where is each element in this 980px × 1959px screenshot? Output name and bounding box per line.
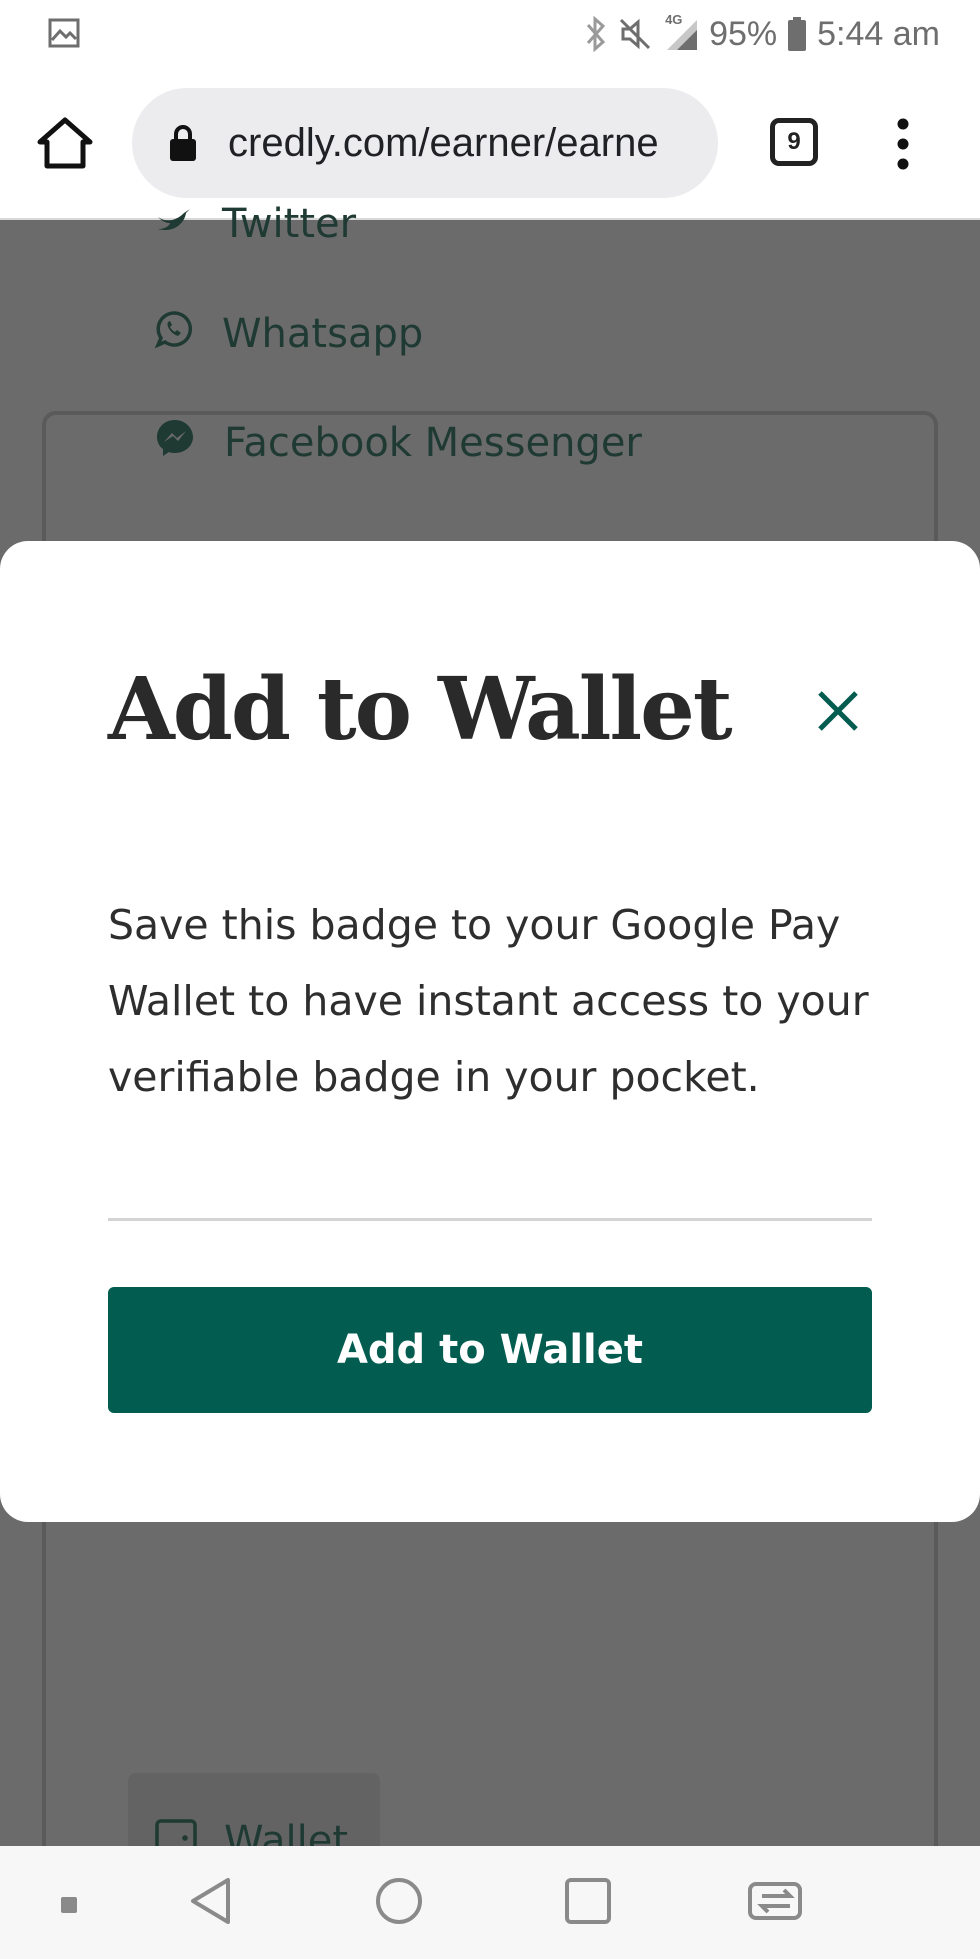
back-icon[interactable] (188, 1876, 234, 1930)
add-to-wallet-button[interactable]: Add to Wallet (108, 1287, 872, 1413)
gallery-icon (48, 18, 80, 53)
address-bar[interactable]: credly.com/earner/earne (132, 88, 718, 198)
status-bar: 4G 95% 5:44 am (0, 0, 980, 68)
signal-icon: 4G (663, 12, 699, 52)
switch-app-icon[interactable] (746, 1876, 806, 1930)
system-nav-bar (0, 1846, 980, 1959)
overview-icon[interactable] (564, 1876, 612, 1930)
home-icon[interactable] (36, 114, 94, 172)
status-icons: 4G 95% 5:44 am (585, 10, 940, 58)
battery-icon (787, 16, 807, 52)
share-messenger[interactable]: Facebook Messenger (154, 417, 642, 469)
network-label: 4G (665, 12, 683, 27)
dialog-divider (108, 1218, 872, 1221)
share-messenger-label: Facebook Messenger (224, 420, 642, 466)
dialog-body-text: Save this badge to your Google Pay Walle… (108, 901, 869, 1101)
screen: 4G 95% 5:44 am credly.com/earner/earne 9… (0, 0, 980, 1959)
lock-icon (168, 123, 198, 163)
share-twitter-label: Twitter (222, 201, 357, 247)
battery-percent: 95% (709, 14, 778, 53)
clock: 5:44 am (817, 14, 940, 53)
tab-count: 9 (787, 128, 801, 155)
home-circle-icon[interactable] (374, 1876, 424, 1930)
bluetooth-icon (585, 16, 607, 52)
share-whatsapp-label: Whatsapp (222, 311, 424, 357)
mute-icon (617, 16, 653, 52)
url-text: credly.com/earner/earne (228, 120, 659, 165)
whatsapp-icon (154, 309, 222, 359)
share-twitter[interactable]: Twitter (154, 199, 356, 249)
tabs-button[interactable]: 9 (770, 118, 818, 166)
dialog-title: Add to Wallet (108, 659, 733, 760)
overflow-menu-icon[interactable] (888, 116, 918, 172)
browser-toolbar: credly.com/earner/earne 9 (0, 68, 980, 220)
close-icon[interactable] (812, 685, 864, 737)
messenger-icon (154, 417, 224, 469)
share-whatsapp[interactable]: Whatsapp (154, 309, 423, 359)
twitter-icon (154, 199, 222, 249)
recent-dot-icon[interactable] (60, 1896, 78, 1918)
add-to-wallet-dialog: Add to Wallet Save this badge to your Go… (0, 541, 980, 1522)
